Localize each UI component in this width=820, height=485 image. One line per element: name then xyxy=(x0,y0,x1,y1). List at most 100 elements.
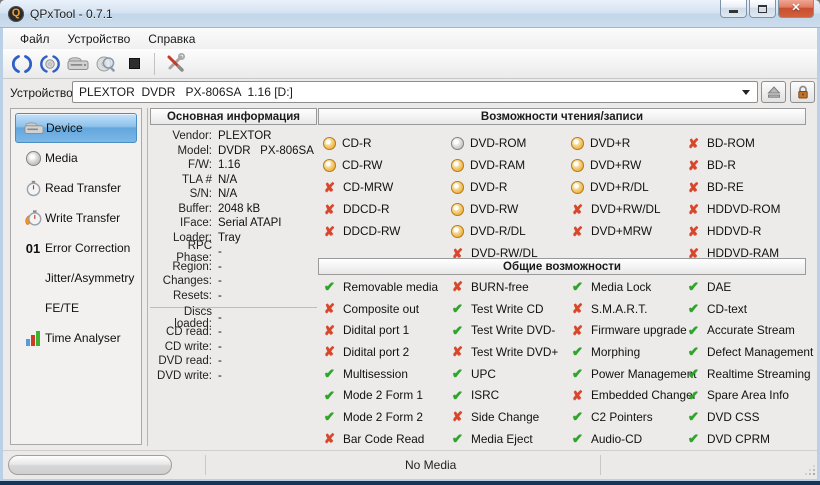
capability-status-icon xyxy=(570,345,585,359)
info-row-label: CD read: xyxy=(150,326,212,338)
info-row-value: - xyxy=(218,326,222,338)
capability-item: Power Management xyxy=(570,363,684,385)
basic-info-header: Основная информация xyxy=(150,108,317,125)
close-button[interactable]: ✕ xyxy=(778,0,814,18)
capability-status-icon xyxy=(686,302,701,316)
info-row-value: 1.16 xyxy=(218,159,240,171)
sidebar-item-write-transfer[interactable]: Write Transfer xyxy=(15,203,137,233)
progress-bar xyxy=(8,455,172,475)
sidebar-item-label: Error Correction xyxy=(45,241,130,255)
capability-item: ISRC xyxy=(450,384,570,406)
capability-status-icon xyxy=(450,432,465,446)
capability-item: Defect Management xyxy=(686,341,806,363)
capability-status-icon xyxy=(450,302,465,316)
info-row-label: F/W: xyxy=(150,159,212,171)
capability-item: Multisession xyxy=(322,363,448,385)
capability-status-icon xyxy=(686,410,701,424)
window-frame xyxy=(0,479,820,485)
capability-status-icon xyxy=(322,180,337,194)
capability-item: C2 Pointers xyxy=(570,406,684,428)
capability-status-icon xyxy=(686,158,701,172)
capability-item: DVD-ROM xyxy=(450,132,570,154)
minimize-icon xyxy=(729,10,738,13)
capability-item: Embedded Changer xyxy=(570,384,684,406)
resize-grip[interactable] xyxy=(803,463,815,475)
drive-info-button[interactable] xyxy=(64,51,92,77)
capability-item: Composite out xyxy=(322,298,448,320)
capability-item: Didital port 2 xyxy=(322,341,448,363)
info-row: RPC Phase: - xyxy=(150,245,317,260)
eject-button[interactable] xyxy=(761,81,786,103)
preferences-button[interactable] xyxy=(161,51,189,77)
info-row: CD write: - xyxy=(150,340,317,355)
rescan-bus-icon xyxy=(12,54,32,74)
sidebar-item-jitter-asymmetry[interactable]: Jitter/Asymmetry xyxy=(15,263,137,293)
rescan-bus-button[interactable] xyxy=(8,51,36,77)
info-row: Changes: - xyxy=(150,274,317,289)
stopwatch-icon xyxy=(21,178,45,198)
capability-status-icon xyxy=(322,410,337,424)
window-title: QPxTool - 0.7.1 xyxy=(30,7,113,21)
capability-item: Mode 2 Form 1 xyxy=(322,384,448,406)
capability-status-icon xyxy=(570,432,585,446)
titlebar[interactable]: Q QPxTool - 0.7.1 xyxy=(0,0,820,28)
sidebar-item-error-correction[interactable]: 01 Error Correction xyxy=(15,233,137,263)
capability-item: HDDVD-R xyxy=(686,220,806,242)
capability-status-icon xyxy=(451,137,464,150)
menu-help[interactable]: Справка xyxy=(139,30,204,48)
capability-item: CD-R xyxy=(322,132,448,154)
refresh-drive-icon xyxy=(40,54,60,74)
media-check-button[interactable] xyxy=(92,51,120,77)
info-row: Resets: - xyxy=(150,289,317,304)
info-row: Model: DVDR PX-806SA xyxy=(150,144,317,159)
capability-item: DVD-RAM xyxy=(450,154,570,176)
capability-item: DVD-R/DL xyxy=(450,220,570,242)
main-area: Device Media Read Transfer xyxy=(0,106,820,450)
capability-item: DDCD-R xyxy=(322,198,448,220)
media-status: No Media xyxy=(405,458,456,472)
lock-button[interactable] xyxy=(790,81,815,103)
capability-status-icon xyxy=(571,137,584,150)
maximize-button[interactable] xyxy=(749,0,776,18)
capability-status-icon xyxy=(570,367,585,381)
capability-status-icon xyxy=(450,388,465,402)
info-row: DVD write: - xyxy=(150,369,317,384)
device-select[interactable]: PLEXTOR DVDR PX-806SA 1.16 [D:] xyxy=(72,81,758,103)
capability-item: CD-RW xyxy=(322,154,448,176)
sidebar-item-read-transfer[interactable]: Read Transfer xyxy=(15,173,137,203)
info-row-value: Tray xyxy=(218,232,241,244)
capability-status-icon xyxy=(323,137,336,150)
sidebar-item-time-analyser[interactable]: Time Analyser xyxy=(15,323,137,353)
sidebar-item-label: Jitter/Asymmetry xyxy=(45,271,134,285)
sidebar-item-fete[interactable]: FE/TE xyxy=(15,293,137,323)
info-row-value: - xyxy=(218,312,222,324)
capability-item: DVD+R/DL xyxy=(570,176,684,198)
rw-column-3: DVD+R DVD+RW DVD+R/DL xyxy=(570,132,684,242)
menu-device[interactable]: Устройство xyxy=(59,30,140,48)
stop-icon xyxy=(129,58,140,69)
capability-item: Media Eject xyxy=(450,428,570,450)
menu-file[interactable]: Файл xyxy=(11,30,59,48)
capability-status-icon xyxy=(451,159,464,172)
sidebar-item-label: Device xyxy=(46,121,83,135)
capability-item: Bar Code Read xyxy=(322,428,448,450)
general-column-2: BURN-free Test Write CD Test Write DVD- xyxy=(450,276,570,450)
minimize-button[interactable] xyxy=(720,0,747,18)
app-icon: Q xyxy=(8,6,24,22)
info-row-label: Buffer: xyxy=(150,203,212,215)
sidebar-item-device[interactable]: Device xyxy=(15,113,137,143)
info-row-value: DVDR PX-806SA xyxy=(218,145,314,157)
capability-status-icon xyxy=(570,323,585,337)
sidebar-item-label: FE/TE xyxy=(45,301,79,315)
status-bar: No Media xyxy=(0,450,820,479)
sidebar-item-label: Media xyxy=(45,151,78,165)
capability-status-icon xyxy=(450,345,465,359)
capability-item: HDDVD-ROM xyxy=(686,198,806,220)
refresh-drive-button[interactable] xyxy=(36,51,64,77)
stop-button[interactable] xyxy=(120,51,148,77)
sidebar-item-media[interactable]: Media xyxy=(15,143,137,173)
capability-status-icon xyxy=(451,181,464,194)
capability-item: Realtime Streaming xyxy=(686,363,806,385)
capability-status-icon xyxy=(322,224,337,238)
01-badge-icon: 01 xyxy=(21,238,45,258)
